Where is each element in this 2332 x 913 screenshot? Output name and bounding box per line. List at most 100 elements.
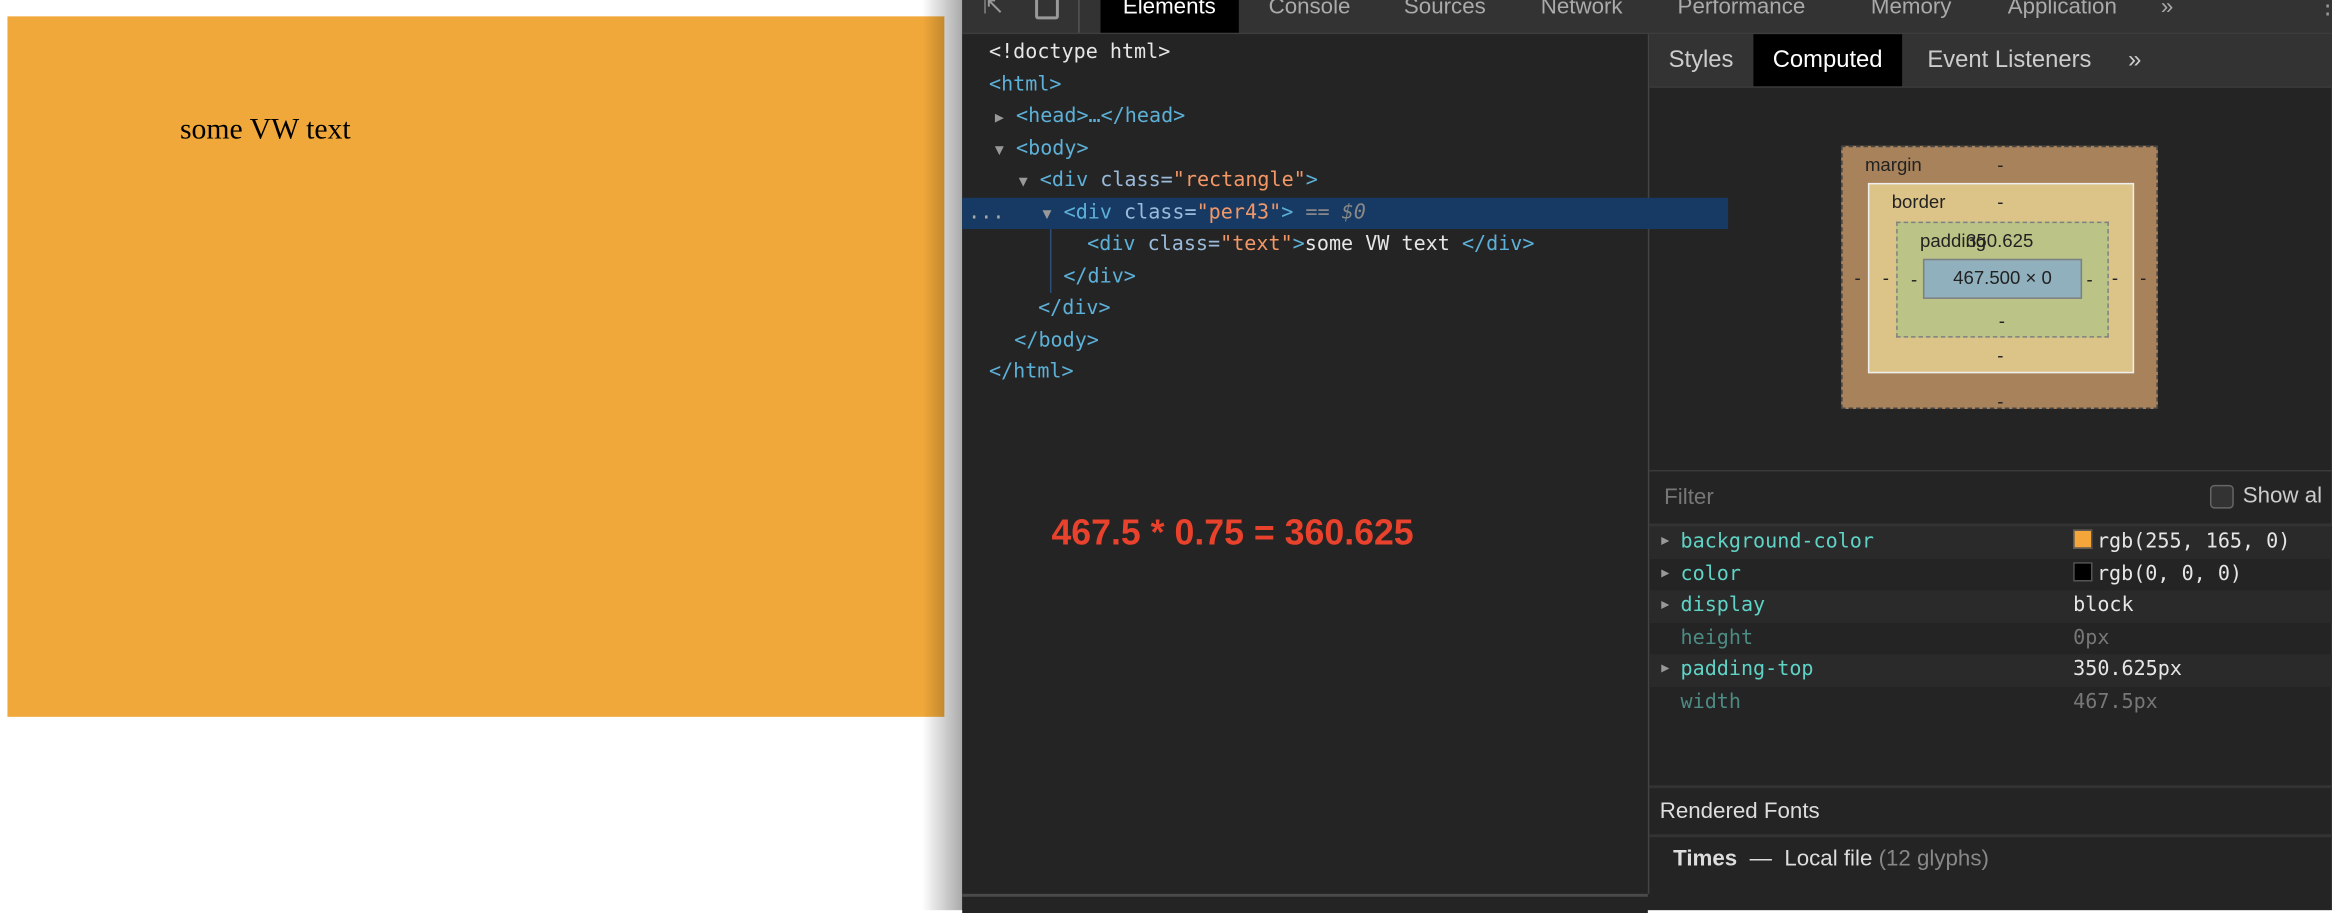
- padding-top-value[interactable]: 350.625: [1966, 231, 2033, 252]
- border-right: -: [2111, 267, 2119, 289]
- margin-left: -: [1854, 267, 1861, 289]
- elements-tree: <!doctype html> <html> ▶ <head>…</head> …: [962, 34, 1729, 894]
- collapse-triangle-icon[interactable]: ▼: [995, 142, 1004, 158]
- dash: —: [1749, 846, 1772, 872]
- tab-console[interactable]: Console: [1269, 0, 1351, 33]
- dom-div-close[interactable]: </div>: [962, 261, 1749, 293]
- expand-triangle-icon[interactable]: ▶: [1661, 558, 1669, 590]
- devtools-tab-bar: ⇱ Elements Console Sources Network Perfo…: [962, 0, 2332, 35]
- computed-property-row[interactable]: ▶ color rgb(0, 0, 0): [1649, 558, 2332, 590]
- vw-text: some VW text: [179, 113, 351, 146]
- tag: >: [1305, 168, 1318, 192]
- dom-html[interactable]: <html>: [962, 69, 1674, 101]
- html-tag: <html>: [988, 72, 1062, 96]
- tab-memory[interactable]: Memory: [1871, 0, 1952, 33]
- computed-property-row[interactable]: height 0px: [1649, 622, 2332, 654]
- filter-row: Filter Show al: [1649, 469, 2332, 527]
- dom-doctype[interactable]: <!doctype html>: [962, 37, 1674, 69]
- expand-triangle-icon[interactable]: ▶: [1661, 590, 1669, 622]
- expand-triangle-icon[interactable]: ▶: [995, 110, 1004, 126]
- margin-right: -: [2140, 267, 2147, 289]
- sidebar-tab-bar: Styles Computed Event Listeners »: [1649, 34, 2332, 88]
- computed-property-row[interactable]: ▶ padding-top 350.625px: [1649, 654, 2332, 687]
- breadcrumb-bar[interactable]: [962, 893, 1648, 913]
- dom-html-close[interactable]: </html>: [962, 357, 1674, 389]
- border-left: -: [1882, 267, 1889, 289]
- tag: </div>: [1038, 295, 1111, 320]
- tag: </html>: [988, 359, 1074, 384]
- dom-body[interactable]: ▼ <body>: [962, 133, 1680, 165]
- color-swatch[interactable]: [2073, 561, 2093, 581]
- property-value: rgb(255, 165, 0): [2073, 526, 2290, 558]
- border-bottom: -: [1997, 345, 2004, 366]
- property-value: block: [2073, 590, 2133, 622]
- padding-left: -: [1911, 269, 1918, 291]
- dom-head[interactable]: ▶ <head>…</head>: [962, 101, 1680, 133]
- body-tag: <body>: [1016, 136, 1089, 160]
- color-swatch[interactable]: [2073, 529, 2093, 549]
- value-text: rgb(0, 0, 0): [2096, 561, 2243, 586]
- dom-div-close[interactable]: </div>: [962, 293, 1723, 325]
- tag: </body>: [1014, 327, 1099, 352]
- box-model-padding[interactable]: padding 350.625 - - - 467.500 × 0: [1896, 221, 2109, 338]
- value-text: 467.5px: [2073, 689, 2158, 714]
- property-name: display: [1680, 593, 1766, 618]
- computed-property-row[interactable]: ▶ background-color rgb(255, 165, 0): [1649, 526, 2332, 559]
- value-text: block: [2073, 593, 2134, 618]
- more-sidebar-tabs[interactable]: »: [2109, 34, 2161, 86]
- property-value: 350.625px: [2073, 654, 2182, 686]
- tab-sources[interactable]: Sources: [1404, 0, 1486, 33]
- tag: <div: [1087, 232, 1148, 256]
- dom-div-rectangle[interactable]: ▼ <div class="rectangle">: [962, 165, 1704, 197]
- attr-value: "text": [1220, 232, 1293, 256]
- show-all-checkbox[interactable]: [2209, 484, 2234, 509]
- computed-property-row[interactable]: ▶ display block: [1649, 590, 2332, 623]
- collapse-triangle-icon[interactable]: ▼: [1019, 174, 1028, 190]
- filter-input[interactable]: Filter: [1664, 485, 1714, 510]
- padding-right: -: [2086, 269, 2093, 291]
- box-model-content[interactable]: 467.500 × 0: [1922, 258, 2083, 299]
- show-all-label: Show al: [2242, 483, 2323, 509]
- rendered-font-entry: Times — Local file (12 glyphs): [1673, 846, 1989, 871]
- margin-bottom: -: [1997, 391, 2004, 412]
- selected-marker: == $0: [1293, 200, 1366, 224]
- more-options-icon[interactable]: ⋮: [2316, 0, 2332, 21]
- expand-triangle-icon[interactable]: ▶: [1661, 526, 1669, 558]
- calculation-annotation: 467.5 * 0.75 = 360.625: [1051, 513, 1414, 554]
- font-name: Times: [1673, 846, 1738, 872]
- dom-body-close[interactable]: </body>: [962, 325, 1700, 357]
- box-model-margin[interactable]: margin - - - - border - - - - padding 35…: [1841, 145, 2158, 412]
- attr: class=: [1124, 200, 1197, 224]
- tab-network[interactable]: Network: [1541, 0, 1623, 33]
- tag: >: [1281, 200, 1294, 224]
- ellipsis-icon[interactable]: ...: [968, 197, 1004, 229]
- inspect-element-icon[interactable]: ⇱: [983, 0, 1003, 21]
- value-text: rgb(255, 165, 0): [2096, 529, 2291, 554]
- rendered-fonts-header: Rendered Fonts: [1649, 785, 2332, 838]
- computed-property-row[interactable]: width 467.5px: [1649, 686, 2332, 718]
- tab-application[interactable]: Application: [2008, 0, 2117, 33]
- attr: class=: [1147, 232, 1221, 256]
- more-tabs-button[interactable]: »: [2161, 0, 2173, 33]
- dom-div-per43-selected[interactable]: ... ▼ <div class="per43"> == $0: [962, 197, 1729, 230]
- tab-styles[interactable]: Styles: [1649, 34, 1752, 86]
- margin-label: margin: [1864, 154, 1922, 176]
- device-toolbar-icon[interactable]: [1035, 0, 1059, 20]
- tab-elements[interactable]: Elements: [1100, 0, 1239, 33]
- collapse-triangle-icon[interactable]: ▼: [1043, 206, 1052, 222]
- attr-value: "per43": [1196, 200, 1282, 224]
- property-name: padding-top: [1680, 657, 1814, 682]
- tab-performance[interactable]: Performance: [1678, 0, 1806, 33]
- font-source: Local file: [1784, 846, 1873, 872]
- screen: some VW text ⇱ Elements Console Sources …: [0, 0, 2332, 913]
- property-name: background-color: [1680, 529, 1874, 554]
- expand-triangle-icon[interactable]: ▶: [1661, 654, 1669, 686]
- tab-event-listeners[interactable]: Event Listeners: [1908, 34, 2111, 86]
- property-value: rgb(0, 0, 0): [2073, 558, 2242, 590]
- head-tag: <head>…</head>: [1016, 104, 1186, 128]
- doctype-text: <!doctype html>: [988, 40, 1171, 64]
- border-label: border: [1891, 191, 1946, 213]
- tab-computed[interactable]: Computed: [1753, 34, 1902, 87]
- box-model-border[interactable]: border - - - - padding 350.625 - - - 467…: [1867, 182, 2135, 374]
- value-text: 350.625px: [2073, 657, 2182, 682]
